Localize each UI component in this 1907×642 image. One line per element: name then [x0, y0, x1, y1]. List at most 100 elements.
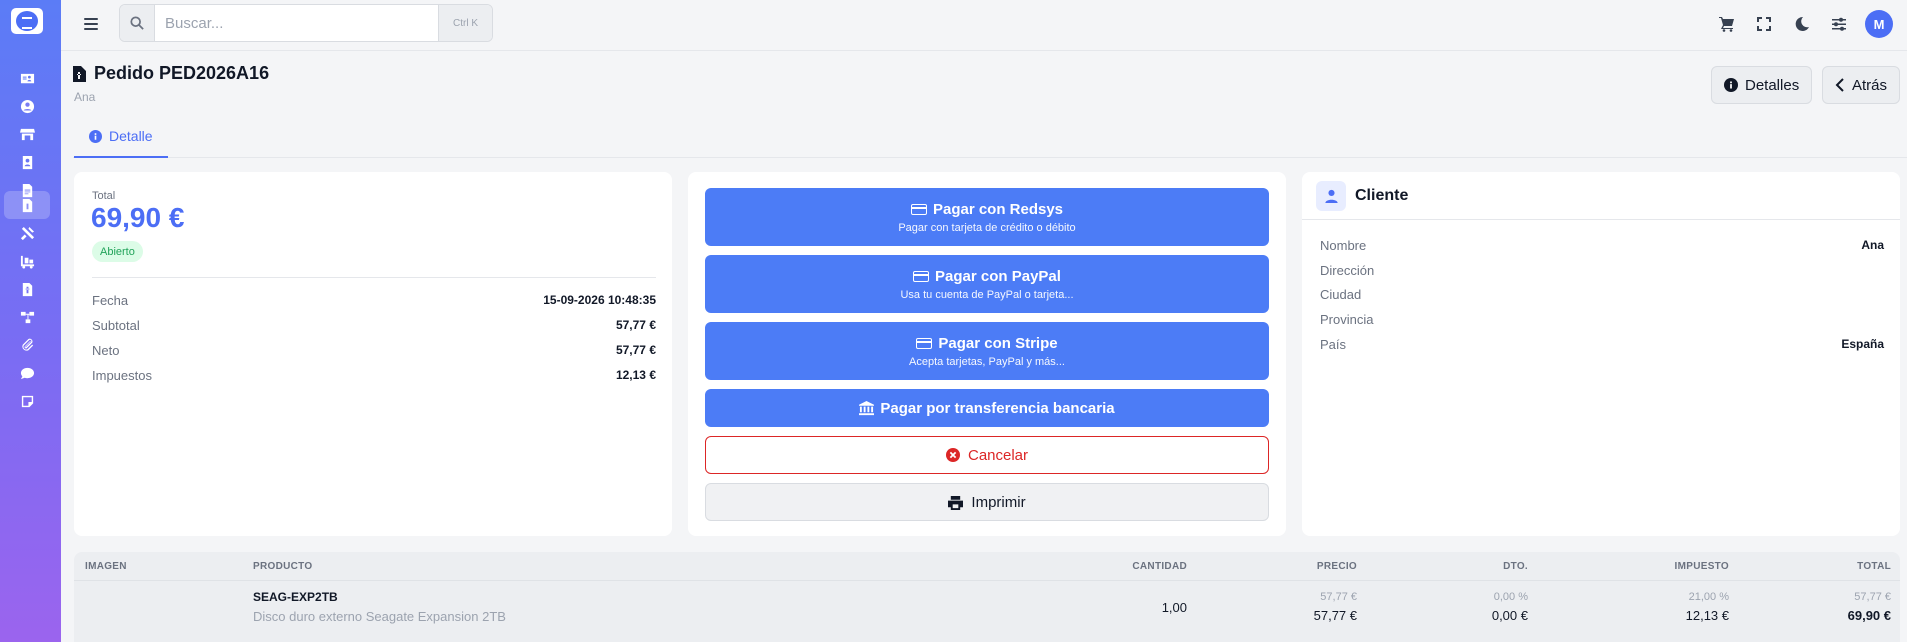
summary-label: Neto: [92, 343, 120, 358]
cart-button[interactable]: [1717, 14, 1737, 34]
sidebar: [0, 0, 61, 642]
client-row-country: País España: [1320, 337, 1884, 352]
sidebar-item-tools[interactable]: [4, 219, 50, 247]
tabs-divider: [73, 157, 1907, 158]
tools-icon: [20, 226, 34, 240]
pay-paypal-title: Pagar con PayPal: [935, 267, 1061, 285]
sidebar-item-invoices[interactable]: [4, 275, 50, 303]
details-button[interactable]: Detalles: [1711, 66, 1813, 104]
column-header-quantity: CANTIDAD: [1132, 561, 1187, 572]
sidebar-item-notes[interactable]: [4, 387, 50, 415]
page-title: Pedido PED2026A16: [94, 63, 270, 83]
user-circle-icon: [20, 99, 34, 113]
app-logo[interactable]: [11, 8, 43, 34]
times-circle-icon: [945, 448, 960, 462]
file-invoice-icon: [73, 65, 86, 82]
client-value: España: [1841, 337, 1884, 351]
summary-value: 12,13 €: [615, 368, 656, 382]
column-header-total: TOTAL: [1857, 561, 1891, 572]
pay-transfer-button[interactable]: Pagar por transferencia bancaria: [705, 389, 1269, 427]
id-card-icon: [20, 73, 34, 83]
page-title-row: Pedido PED2026A16: [73, 63, 269, 84]
back-button[interactable]: Atrás: [1822, 66, 1901, 104]
print-icon: [948, 495, 964, 510]
cancel-button[interactable]: Cancelar: [705, 436, 1269, 474]
sidebar-item-store[interactable]: [4, 120, 50, 148]
product-discount: 0,00 €: [1491, 608, 1528, 623]
column-header-discount: DTO.: [1503, 561, 1528, 572]
client-card-title: Cliente: [1355, 186, 1409, 204]
info-circle-icon: [89, 130, 102, 143]
sidebar-item-contacts[interactable]: [4, 148, 50, 176]
pay-paypal-button[interactable]: Pagar con PayPal Usa tu cuenta de PayPal…: [705, 255, 1269, 313]
payment-actions-card: Pagar con Redsys Pagar con tarjeta de cr…: [688, 172, 1286, 536]
sidebar-item-network[interactable]: [4, 303, 50, 331]
pay-paypal-subtitle: Usa tu cuenta de PayPal o tarjeta...: [900, 288, 1074, 301]
cancel-button-label: Cancelar: [967, 446, 1029, 464]
summary-divider: [92, 277, 656, 278]
sidebar-item-id-card[interactable]: [4, 64, 50, 92]
top-bar: Ctrl K M: [61, 0, 1907, 51]
client-label: Nombre: [1320, 238, 1367, 253]
pay-transfer-title: Pagar por transferencia bancaria: [880, 399, 1115, 417]
tab-detalle[interactable]: Detalle: [74, 120, 168, 158]
fullscreen-button[interactable]: [1754, 14, 1774, 34]
sidebar-item-attachments[interactable]: [4, 331, 50, 359]
product-price-base: 57,77 €: [1320, 591, 1357, 603]
product-total: 69,90 €: [1847, 608, 1891, 623]
summary-label: Impuestos: [92, 368, 152, 383]
pay-redsys-subtitle: Pagar con tarjeta de crédito o débito: [898, 221, 1076, 234]
column-header-tax: IMPUESTO: [1674, 561, 1729, 572]
search-icon[interactable]: [120, 5, 155, 41]
summary-row-subtotal: Subtotal 57,77 €: [92, 318, 656, 333]
logo-mark: [16, 11, 38, 31]
pay-redsys-button[interactable]: Pagar con Redsys Pagar con tarjeta de cr…: [705, 188, 1269, 246]
total-label: Total: [92, 190, 116, 202]
client-card-header: Cliente: [1302, 172, 1900, 220]
search-input[interactable]: [155, 5, 438, 41]
sidebar-item-users[interactable]: [4, 92, 50, 120]
product-sku: SEAG-EXP2TB: [253, 590, 338, 604]
user-icon: [1316, 180, 1346, 211]
search-bar: Ctrl K: [119, 4, 493, 42]
summary-value: 15-09-2026 10:48:35: [543, 293, 656, 307]
order-summary-card: Total 69,90 € Abierto Fecha 15-09-2026 1…: [74, 172, 672, 536]
dark-mode-button[interactable]: [1792, 14, 1812, 34]
sidebar-item-messages[interactable]: [4, 359, 50, 387]
paperclip-icon: [21, 338, 33, 351]
pay-stripe-subtitle: Acepta tarjetas, PayPal y más...: [909, 355, 1065, 368]
client-row-province: Provincia: [1320, 312, 1884, 327]
page-subtitle: Ana: [74, 90, 96, 104]
column-header-image: IMAGEN: [85, 561, 127, 572]
summary-row-net: Neto 57,77 €: [92, 343, 656, 358]
client-card: Cliente Nombre Ana Dirección Ciudad Prov…: [1302, 172, 1900, 536]
product-total-base: 57,77 €: [1854, 591, 1891, 603]
column-header-product: PRODUCTO: [253, 561, 313, 572]
user-avatar[interactable]: M: [1865, 10, 1893, 38]
expand-icon: [1757, 17, 1771, 31]
client-label: Dirección: [1320, 263, 1375, 278]
summary-label: Subtotal: [92, 318, 140, 333]
pay-redsys-title: Pagar con Redsys: [932, 200, 1064, 218]
product-tax: 12,13 €: [1685, 608, 1729, 623]
product-tax-pct: 21,00 %: [1688, 591, 1729, 603]
cart-icon: [1719, 17, 1734, 32]
invoice-icon: [22, 198, 32, 212]
sitemap-icon: [20, 311, 34, 323]
summary-value: 57,77 €: [615, 318, 656, 332]
sidebar-item-warehouse[interactable]: [4, 247, 50, 275]
client-value: Ana: [1861, 238, 1884, 252]
sidebar-item-orders[interactable]: [4, 191, 50, 219]
stripe-icon: [916, 337, 933, 349]
comment-icon: [20, 367, 34, 379]
menu-toggle-button[interactable]: [81, 14, 101, 34]
address-book-icon: [22, 155, 32, 169]
client-label: País: [1320, 337, 1347, 352]
summary-value: 57,77 €: [615, 343, 656, 357]
print-button-label: Imprimir: [971, 493, 1026, 511]
settings-button[interactable]: [1829, 14, 1849, 34]
file-invoice-icon: [22, 282, 32, 296]
print-button[interactable]: Imprimir: [705, 483, 1269, 521]
client-label: Ciudad: [1320, 287, 1362, 302]
pay-stripe-button[interactable]: Pagar con Stripe Acepta tarjetas, PayPal…: [705, 322, 1269, 380]
